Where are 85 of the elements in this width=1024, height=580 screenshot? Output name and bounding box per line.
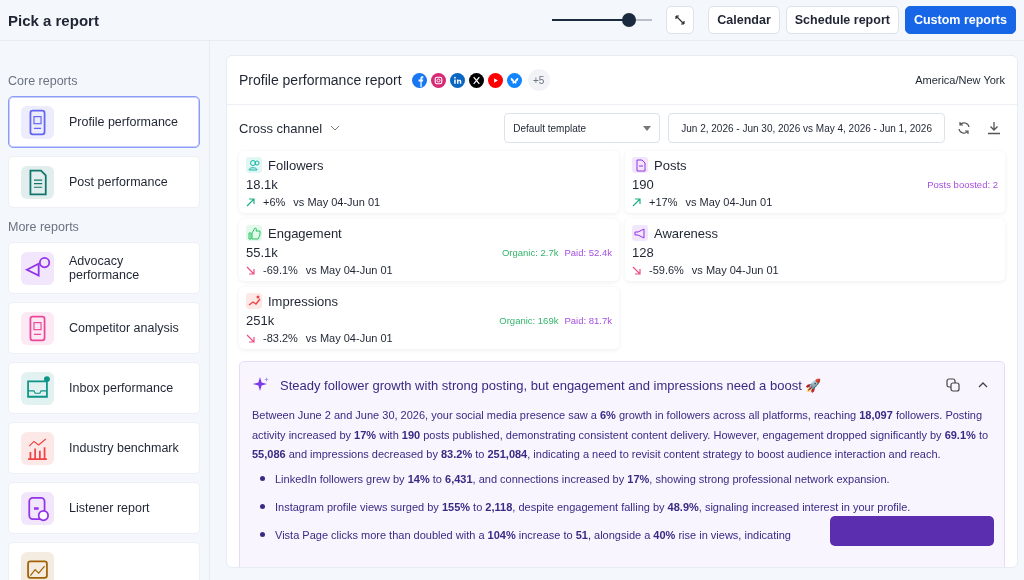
copy-icon [946, 378, 960, 392]
insight-title: Steady follower growth with strong posting, but engagement and impressions need a boost 🚀 [280, 377, 823, 393]
paid-value: Paid: 52.4k [564, 247, 612, 258]
comparison-period: vs May 04-Jun 01 [691, 264, 779, 276]
report-icon [21, 431, 54, 465]
diagonal-arrows-icon [674, 14, 687, 26]
section-heading: Core reports [8, 74, 79, 88]
bullet-icon [260, 504, 265, 509]
insight-bullet: LinkedIn followers grew by 14% to 6,431, and connections increased by 17%, showing strong professional network expansion. [275, 471, 890, 487]
metric-value: 251k [246, 313, 275, 328]
template-select[interactable]: Default template [504, 113, 661, 143]
organic-value: Organic: 169k [499, 315, 559, 326]
metric-name: Impressions [268, 293, 339, 309]
custom-reports-button[interactable]: Custom reports [904, 6, 1016, 34]
comparison-period: vs May 04-Jun 01 [293, 196, 381, 208]
report-item[interactable]: Inbox performance [8, 362, 200, 414]
insight-bullet: Vista Page clicks more than doubled with a 104% increase to 51, alongside a 40% rise in views, indicating [275, 527, 791, 543]
metric-icon [632, 225, 648, 241]
page-title: Pick a report [8, 11, 100, 29]
boosted-count: Posts boosted: 2 [927, 179, 998, 190]
caret-down-icon [643, 125, 652, 131]
metric-icon [246, 157, 262, 173]
chevron-down-icon [330, 125, 341, 131]
header-button[interactable]: Schedule report [785, 6, 899, 34]
report-item[interactable]: Profile performance [8, 96, 200, 148]
insight-summary: Between June 2 and June 30, 2026, your social media presence saw a 6% growth in followers across all platforms, reaching 18,097 followers. Posting activity increased by 17% with 190 posts published, demonstrating consistent content delivery. However, engagement dropped significantly by 69.1% to 55,086 and impressions decreased by 83.2% to 251,084, indicating a need to revisit content strategy to boost audience interaction and reach. [252, 408, 990, 462]
instagram-icon [430, 72, 446, 88]
bluesky-icon [506, 72, 522, 88]
report-icon [21, 251, 54, 285]
report-item[interactable]: Competitor analysis [8, 302, 200, 354]
metric-icon [246, 293, 262, 309]
timezone: America/New York [915, 74, 1005, 86]
up-arrow-icon [246, 197, 255, 207]
more-networks-badge[interactable]: +5 [527, 69, 550, 91]
zoom-slider[interactable] [552, 13, 653, 27]
metric-icon [246, 225, 262, 241]
report-icon [21, 551, 54, 580]
metric-icon [632, 157, 648, 173]
paid-value: Paid: 81.7k [564, 315, 612, 326]
comparison-period: vs May 04-Jun 01 [305, 332, 393, 344]
down-arrow-icon [246, 333, 255, 343]
linkedin-icon [449, 72, 465, 88]
channel-dropdown[interactable]: Cross channel [239, 120, 497, 136]
comparison-period: vs May 04-Jun 01 [305, 264, 393, 276]
chevron-up-icon [978, 380, 988, 390]
report-icon [21, 105, 54, 139]
date-range-field[interactable]: Jun 2, 2026 - Jun 30, 2026 vs May 4, 2026 - Jun 1, 2026 [668, 113, 945, 143]
report-item[interactable]: Post performance [8, 156, 200, 208]
comparison-period: vs May 04-Jun 01 [685, 196, 773, 208]
metric-name: Posts [654, 157, 687, 173]
metric-name: Followers [268, 157, 324, 173]
report-item[interactable]: Listener report [8, 482, 200, 534]
change-percent: -59.6% [649, 264, 684, 276]
change-percent: +6% [263, 196, 286, 208]
down-arrow-icon [632, 265, 641, 275]
collapse-button[interactable] [666, 6, 695, 34]
down-arrow-icon [246, 265, 255, 275]
report-title: Profile performance report [239, 72, 402, 88]
metric-name: Engagement [268, 225, 342, 241]
metric-value: 128 [632, 245, 654, 260]
metric-value: 190 [632, 177, 654, 192]
metric-value: 18.1k [246, 177, 278, 192]
metric-name: Awareness [654, 225, 719, 241]
x-icon [468, 72, 484, 88]
up-arrow-icon [632, 197, 641, 207]
metric-value: 55.1k [246, 245, 278, 260]
report-icon [21, 371, 54, 405]
section-heading: More reports [8, 220, 80, 234]
report-item[interactable]: Industry benchmark [8, 422, 200, 474]
report-icon [21, 165, 54, 199]
header-button[interactable]: Calendar [708, 6, 780, 34]
report-icon [21, 491, 54, 525]
change-percent: -83.2% [263, 332, 298, 344]
refresh-icon [957, 121, 971, 135]
bullet-icon [260, 532, 265, 537]
change-percent: +17% [649, 196, 678, 208]
youtube-icon [487, 72, 503, 88]
download-icon [987, 121, 1001, 135]
report-icon [21, 311, 54, 345]
report-item[interactable]: Advocacy performance [8, 242, 200, 294]
organic-value: Organic: 2.7k [501, 247, 559, 258]
insight-bullet: Instagram profile views surged by 155% to 2,118, despite engagement falling by 48.9%, signaling increased interest in your profile. [275, 499, 911, 515]
facebook-icon [411, 72, 427, 88]
bullet-icon [260, 476, 265, 481]
change-percent: -69.1% [263, 264, 298, 276]
